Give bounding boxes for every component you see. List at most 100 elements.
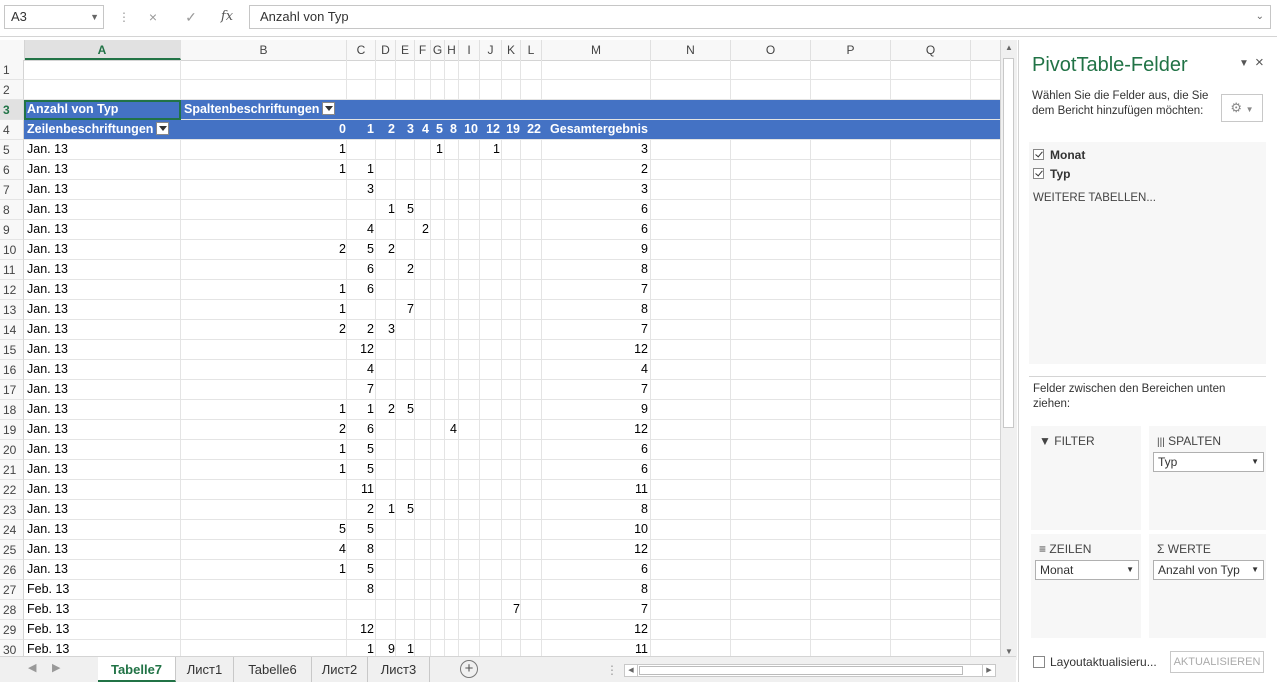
row-header[interactable]: 19 (0, 420, 24, 440)
scroll-tabs-right-icon[interactable]: ▶ (52, 661, 60, 674)
pivot-value[interactable]: 1 (478, 140, 500, 159)
row-total[interactable]: 9 (545, 400, 648, 419)
horizontal-scrollbar[interactable]: ◀ ▶ (624, 664, 996, 677)
rows-field-dropdown[interactable]: Monat ▼ (1035, 560, 1139, 580)
pivot-value[interactable]: 6 (352, 260, 374, 279)
row-header[interactable]: 13 (0, 300, 24, 320)
column-type-header[interactable]: 1 (352, 120, 374, 139)
pivot-value[interactable]: 1 (352, 400, 374, 419)
row-header[interactable]: 1 (0, 60, 24, 80)
sheet-tab[interactable]: Лист3 (368, 657, 430, 682)
column-header[interactable]: J (480, 40, 502, 60)
column-header[interactable]: G (431, 40, 445, 60)
row-total[interactable]: 7 (545, 380, 648, 399)
pivot-value[interactable]: 4 (352, 220, 374, 239)
update-button[interactable]: AKTUALISIEREN (1170, 651, 1264, 673)
pivot-value[interactable]: 3 (373, 320, 395, 339)
row-label[interactable]: Jan. 13 (27, 480, 177, 499)
pivot-value[interactable]: 4 (435, 420, 457, 439)
row-header[interactable]: 17 (0, 380, 24, 400)
row-header[interactable]: 14 (0, 320, 24, 340)
column-type-header[interactable]: 8 (435, 120, 457, 139)
column-header[interactable]: M (542, 40, 651, 60)
pivot-value[interactable]: 5 (392, 200, 414, 219)
row-label[interactable]: Jan. 13 (27, 160, 177, 179)
row-label[interactable]: Feb. 13 (27, 600, 177, 619)
row-header[interactable]: 6 (0, 160, 24, 180)
row-header[interactable]: 23 (0, 500, 24, 520)
row-total[interactable]: 6 (545, 560, 648, 579)
pivot-value[interactable]: 7 (498, 600, 520, 619)
row-total[interactable]: 6 (545, 220, 648, 239)
row-total[interactable]: 7 (545, 280, 648, 299)
row-total[interactable]: 12 (545, 540, 648, 559)
pivot-value[interactable]: 3 (352, 180, 374, 199)
vertical-scrollbar[interactable]: ▲ ▼ (1000, 40, 1017, 660)
field-item-monat[interactable]: Monat (1033, 148, 1085, 162)
row-header[interactable]: 5 (0, 140, 24, 160)
column-header[interactable]: A (24, 40, 181, 60)
column-header[interactable]: P (811, 40, 891, 60)
column-type-header[interactable]: 19 (498, 120, 520, 139)
pivot-value[interactable]: 2 (407, 220, 429, 239)
pane-options-icon[interactable]: ▼ (1239, 58, 1249, 69)
row-label[interactable]: Jan. 13 (27, 360, 177, 379)
row-label[interactable]: Feb. 13 (27, 580, 177, 599)
more-tables-link[interactable]: WEITERE TABELLEN... (1033, 192, 1156, 204)
pivot-value[interactable]: 2 (324, 420, 346, 439)
pivot-value[interactable]: 1 (324, 560, 346, 579)
column-header[interactable]: C (347, 40, 376, 60)
pivot-value[interactable]: 4 (324, 540, 346, 559)
row-header[interactable]: 21 (0, 460, 24, 480)
row-label[interactable]: Jan. 13 (27, 260, 177, 279)
rows-area[interactable]: ≡ ZEILEN Monat ▼ (1031, 534, 1141, 638)
row-header[interactable]: 15 (0, 340, 24, 360)
pivot-value[interactable]: 1 (324, 280, 346, 299)
column-header[interactable]: I (459, 40, 480, 60)
pivot-value[interactable]: 1 (324, 440, 346, 459)
row-label[interactable]: Jan. 13 (27, 460, 177, 479)
row-label[interactable]: Jan. 13 (27, 320, 177, 339)
row-total[interactable]: 9 (545, 240, 648, 259)
pivot-value[interactable]: 8 (352, 540, 374, 559)
row-header[interactable]: 25 (0, 540, 24, 560)
row-header[interactable]: 29 (0, 620, 24, 640)
row-header[interactable]: 26 (0, 560, 24, 580)
column-labels-header[interactable]: Spaltenbeschriftungen (184, 100, 348, 119)
column-header[interactable]: F (415, 40, 431, 60)
row-label[interactable]: Jan. 13 (27, 440, 177, 459)
drag-handle-icon[interactable]: ⋮ (118, 10, 130, 24)
row-total[interactable]: 3 (545, 140, 648, 159)
filter-area[interactable]: ▼ FILTER (1031, 426, 1141, 530)
insert-function-button[interactable]: fx (214, 6, 240, 28)
add-sheet-button[interactable]: + (460, 660, 478, 678)
row-total[interactable]: 7 (545, 600, 648, 619)
row-label[interactable]: Jan. 13 (27, 300, 177, 319)
cancel-button[interactable]: × (140, 6, 166, 28)
pivot-value[interactable]: 1 (324, 140, 346, 159)
column-type-header[interactable]: 22 (519, 120, 541, 139)
pivot-value[interactable]: 1 (324, 400, 346, 419)
row-label[interactable]: Jan. 13 (27, 200, 177, 219)
row-total[interactable]: 11 (545, 480, 648, 499)
pivot-value[interactable]: 11 (352, 480, 374, 499)
row-label[interactable]: Jan. 13 (27, 340, 177, 359)
row-total[interactable]: 8 (545, 300, 648, 319)
row-header[interactable]: 28 (0, 600, 24, 620)
row-total[interactable]: 6 (545, 460, 648, 479)
pivot-value[interactable]: 6 (352, 280, 374, 299)
enter-button[interactable]: ✓ (178, 6, 204, 28)
scroll-thumb[interactable] (639, 666, 963, 675)
pivot-value[interactable]: 4 (352, 360, 374, 379)
checkbox-unchecked-icon[interactable] (1033, 656, 1045, 668)
pivot-value[interactable]: 2 (392, 260, 414, 279)
expand-formula-icon[interactable]: ⌄ (1256, 6, 1264, 28)
row-total[interactable]: 6 (545, 440, 648, 459)
row-header[interactable]: 20 (0, 440, 24, 460)
column-header[interactable]: B (181, 40, 347, 60)
row-total[interactable]: 8 (545, 580, 648, 599)
pivot-value[interactable]: 5 (352, 560, 374, 579)
row-header[interactable]: 12 (0, 280, 24, 300)
row-header[interactable]: 10 (0, 240, 24, 260)
chevron-down-icon[interactable]: ▼ (90, 6, 99, 28)
